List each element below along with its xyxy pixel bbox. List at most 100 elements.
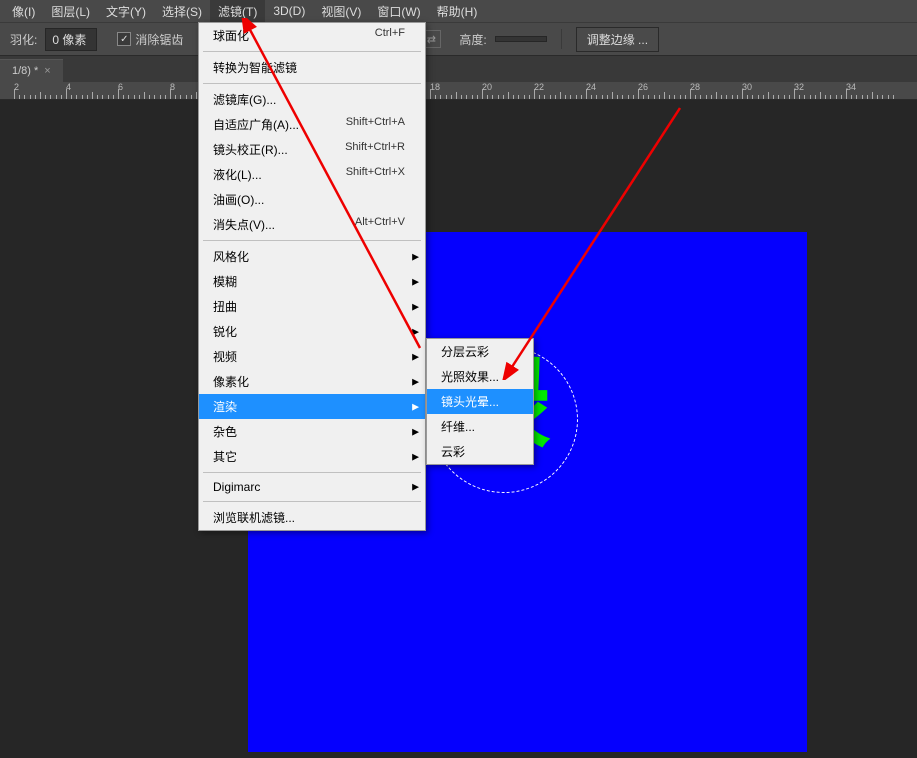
- menu-item[interactable]: 扭曲 ▶: [199, 294, 425, 319]
- chevron-right-icon: ▶: [412, 401, 419, 412]
- submenu-item[interactable]: 镜头光晕...: [427, 389, 533, 414]
- filter-dropdown: 球面化Ctrl+F 转换为智能滤镜滤镜库(G)... 自适应广角(A)... Shif…: [198, 22, 426, 531]
- height-label: 高度:: [459, 31, 486, 48]
- menu-item[interactable]: 杂色 ▶: [199, 419, 425, 444]
- menu-layer[interactable]: 图层(L): [43, 0, 98, 23]
- menu-item-label: 像素化: [213, 373, 249, 390]
- menu-item-label: 液化(L)...: [213, 166, 262, 183]
- menu-item-label: 模糊: [213, 273, 237, 290]
- ruler-number: 30: [742, 82, 752, 92]
- menu-filter[interactable]: 滤镜(T): [210, 0, 265, 23]
- menu-image[interactable]: 像(I): [4, 0, 43, 23]
- menu-shortcut: Shift+Ctrl+X: [346, 166, 405, 183]
- menu-item-label: 其它: [213, 448, 237, 465]
- ruler-number: 22: [534, 82, 544, 92]
- menu-item-label: 消失点(V)...: [213, 216, 275, 233]
- ruler-number: 26: [638, 82, 648, 92]
- close-icon[interactable]: ×: [44, 65, 50, 77]
- antialias-checkbox[interactable]: ✓ 消除锯齿: [117, 31, 183, 48]
- menu-item-label: 风格化: [213, 248, 249, 265]
- ruler-number: 20: [482, 82, 492, 92]
- menu-item[interactable]: 视频▶: [199, 344, 425, 369]
- menu-separator: [203, 240, 421, 241]
- submenu-item-label: 云彩: [441, 443, 465, 460]
- menu-item[interactable]: 像素化 ▶: [199, 369, 425, 394]
- submenu-item[interactable]: 纤维...: [427, 414, 533, 439]
- feather-label: 羽化:: [10, 31, 37, 48]
- menu-type[interactable]: 文字(Y): [98, 0, 154, 23]
- submenu-item-label: 纤维...: [441, 418, 475, 435]
- menu-item[interactable]: 风格化 ▶: [199, 244, 425, 269]
- options-bar: 羽化: 0 像素 ✓ 消除锯齿 ⇄ 高度: 调整边缘 ...: [0, 22, 917, 56]
- menu-item-label: 镜头校正(R)...: [213, 141, 288, 158]
- check-icon: ✓: [117, 32, 131, 46]
- render-submenu: 分层云彩光照效果... 镜头光晕... 纤维... 云彩: [426, 338, 534, 465]
- menu-item-label: 杂色: [213, 423, 237, 440]
- menu-window[interactable]: 窗口(W): [369, 0, 428, 23]
- menu-separator: [203, 472, 421, 473]
- height-input[interactable]: [495, 36, 547, 42]
- submenu-item-label: 镜头光晕...: [441, 393, 499, 410]
- chevron-right-icon: ▶: [412, 482, 419, 493]
- ruler-number: 34: [846, 82, 856, 92]
- ruler-number: 24: [586, 82, 596, 92]
- menu-item-label: 滤镜库(G)...: [213, 91, 276, 108]
- submenu-item[interactable]: 云彩: [427, 439, 533, 464]
- menu-item[interactable]: 转换为智能滤镜: [199, 55, 425, 80]
- chevron-right-icon: ▶: [412, 251, 419, 262]
- document-tab[interactable]: 1/8) * ×: [0, 59, 63, 82]
- refine-edge-button[interactable]: 调整边缘 ...: [576, 27, 659, 52]
- menu-item[interactable]: 消失点(V)... Alt+Ctrl+V: [199, 212, 425, 237]
- menu-item[interactable]: 油画(O)...: [199, 187, 425, 212]
- menu-item-label: 浏览联机滤镜...: [213, 509, 295, 526]
- menu-item-label: 自适应广角(A)...: [213, 116, 299, 133]
- menu-shortcut: Ctrl+F: [375, 27, 405, 44]
- menu-item[interactable]: 球面化Ctrl+F: [199, 23, 425, 48]
- menu-item[interactable]: 模糊 ▶: [199, 269, 425, 294]
- menu-shortcut: Shift+Ctrl+A: [346, 116, 405, 133]
- chevron-right-icon: ▶: [412, 301, 419, 312]
- menu-item[interactable]: 液化(L)... Shift+Ctrl+X: [199, 162, 425, 187]
- submenu-item[interactable]: 光照效果...: [427, 364, 533, 389]
- menu-item-label: 扭曲: [213, 298, 237, 315]
- menu-separator: [203, 51, 421, 52]
- submenu-item-label: 分层云彩: [441, 343, 489, 360]
- menu-item[interactable]: 自适应广角(A)... Shift+Ctrl+A: [199, 112, 425, 137]
- menu-help[interactable]: 帮助(H): [429, 0, 486, 23]
- feather-input[interactable]: 0 像素: [45, 28, 97, 51]
- menubar: 像(I) 图层(L) 文字(Y) 选择(S) 滤镜(T) 3D(D) 视图(V)…: [0, 0, 917, 22]
- menu-item[interactable]: 镜头校正(R)... Shift+Ctrl+R: [199, 137, 425, 162]
- ruler-horizontal: 246810121416182022242628303234: [0, 82, 917, 100]
- divider: [561, 29, 562, 49]
- menu-item[interactable]: Digimarc ▶: [199, 476, 425, 498]
- document-tabbar: 1/8) * ×: [0, 56, 917, 82]
- menu-select[interactable]: 选择(S): [154, 0, 210, 23]
- menu-item-label: 油画(O)...: [213, 191, 264, 208]
- ruler-number: 18: [430, 82, 440, 92]
- menu-item-label: 渲染: [213, 398, 237, 415]
- menu-view[interactable]: 视图(V): [313, 0, 369, 23]
- chevron-right-icon: ▶: [412, 376, 419, 387]
- document-tab-title: 1/8) *: [12, 65, 38, 77]
- antialias-label: 消除锯齿: [135, 31, 183, 48]
- menu-item-label: Digimarc: [213, 480, 260, 494]
- menu-shortcut: Alt+Ctrl+V: [355, 216, 405, 233]
- menu-separator: [203, 83, 421, 84]
- menu-item[interactable]: 其它 ▶: [199, 444, 425, 469]
- menu-item[interactable]: 浏览联机滤镜...: [199, 505, 425, 530]
- menu-separator: [203, 501, 421, 502]
- chevron-right-icon: ▶: [412, 276, 419, 287]
- chevron-right-icon: ▶: [412, 426, 419, 437]
- menu-item[interactable]: 滤镜库(G)...: [199, 87, 425, 112]
- chevron-right-icon: ▶: [412, 326, 419, 337]
- menu-shortcut: Shift+Ctrl+R: [345, 141, 405, 158]
- menu-item[interactable]: 锐化 ▶: [199, 319, 425, 344]
- submenu-item[interactable]: 分层云彩: [427, 339, 533, 364]
- menu-item-label: 视频: [213, 348, 237, 365]
- menu-item[interactable]: 渲染 ▶: [199, 394, 425, 419]
- chevron-right-icon: ▶: [412, 451, 419, 462]
- menu-item-label: 锐化: [213, 323, 237, 340]
- ruler-number: 32: [794, 82, 804, 92]
- menu-3d[interactable]: 3D(D): [265, 1, 313, 21]
- ruler-number: 28: [690, 82, 700, 92]
